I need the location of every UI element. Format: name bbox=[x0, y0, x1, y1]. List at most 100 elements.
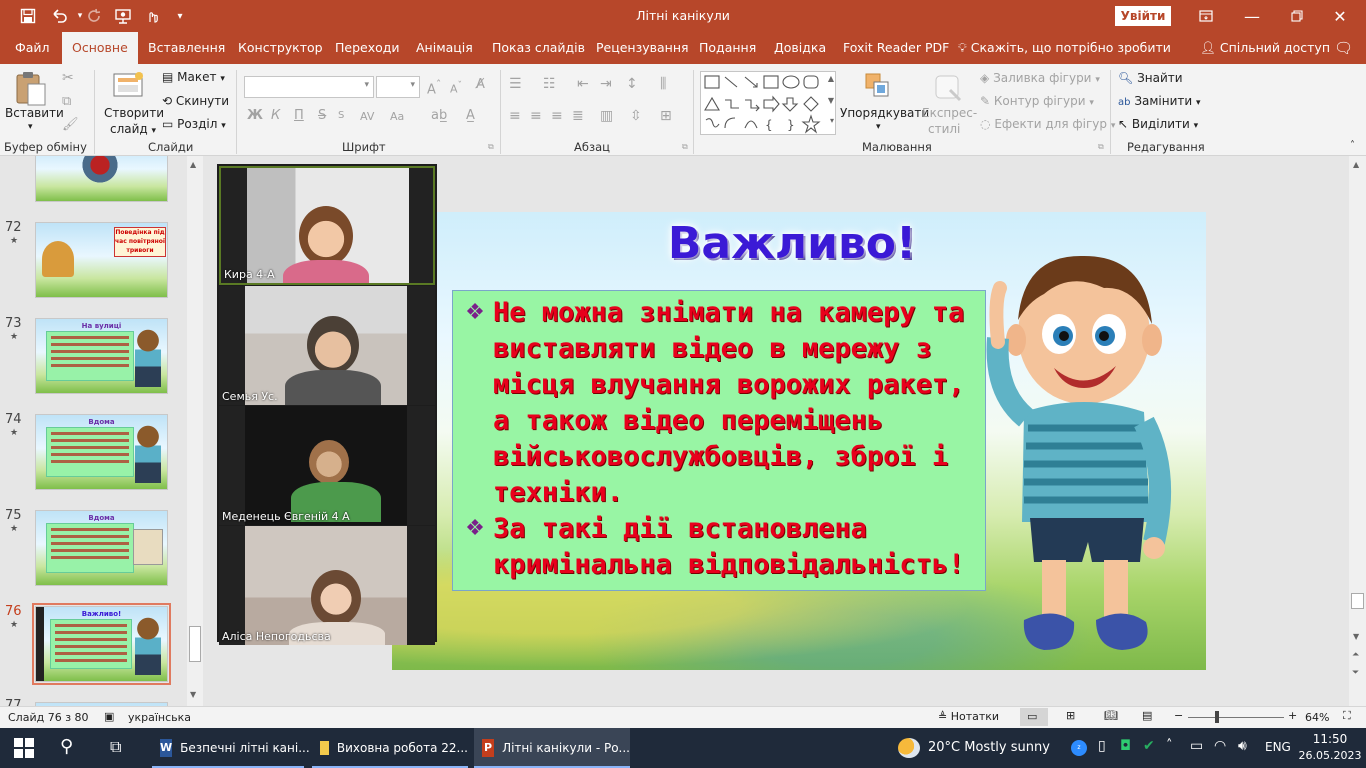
weather-text[interactable]: 20°C Mostly sunny bbox=[928, 740, 1050, 755]
scroll-down-icon[interactable]: ▼ bbox=[1353, 632, 1359, 641]
paste-icon[interactable] bbox=[14, 70, 54, 110]
change-case-button[interactable]: Aa bbox=[390, 110, 404, 123]
participant-video[interactable]: Меденець Євгеній 4 А bbox=[219, 406, 435, 525]
collapse-ribbon-icon[interactable]: ˄ bbox=[1350, 140, 1355, 151]
layout-button[interactable]: ▤ Макет ▾ bbox=[162, 70, 225, 84]
copy-icon[interactable]: ⧉ bbox=[62, 94, 71, 109]
clear-formatting-icon[interactable]: A̸ bbox=[476, 77, 485, 92]
language-indicator[interactable]: українська bbox=[128, 711, 191, 724]
input-language[interactable]: ENG bbox=[1265, 740, 1291, 754]
font-name-combo[interactable]: ▾ bbox=[244, 76, 374, 98]
slide-canvas[interactable]: Важливо! ❖ Не можна знімати на камеру та… bbox=[392, 212, 1206, 670]
tell-me-search[interactable]: 💡︎ Скажіть, що потрібно зробити bbox=[958, 32, 1171, 64]
align-text-icon[interactable]: ⇳ bbox=[630, 108, 642, 124]
char-spacing-button[interactable]: AV bbox=[360, 110, 374, 123]
windows-start-icon[interactable] bbox=[14, 738, 34, 761]
tab-file[interactable]: Файл bbox=[15, 32, 50, 64]
arrange-icon[interactable] bbox=[864, 72, 894, 102]
shape-fill-button[interactable]: ◈ Заливка фігури ▾ bbox=[980, 71, 1100, 85]
align-center-icon[interactable]: ≡ bbox=[530, 108, 542, 124]
highlight-icon[interactable]: ab̲ bbox=[431, 108, 447, 123]
text-shadow-button[interactable]: S bbox=[338, 110, 344, 121]
task-view-icon[interactable]: ⧉ bbox=[110, 737, 121, 757]
close-icon[interactable]: ✕ bbox=[1330, 6, 1350, 26]
spelling-icon[interactable]: ▣ bbox=[104, 710, 114, 723]
ribbon-display-options-icon[interactable] bbox=[1196, 6, 1216, 26]
thumbnail-slide-75[interactable]: Вдома bbox=[35, 510, 168, 586]
next-slide-icon[interactable]: ⏷ bbox=[1352, 668, 1359, 678]
taskbar-item-powerpoint[interactable]: P Літні канікули - Ро... bbox=[474, 728, 630, 768]
paragraph-dialog-launcher-icon[interactable]: ⧉ bbox=[682, 142, 688, 152]
reading-view-icon[interactable]: 📖︎ bbox=[1104, 709, 1118, 722]
search-icon[interactable]: ⚲ bbox=[60, 736, 73, 757]
justify-icon[interactable]: ≣ bbox=[572, 108, 584, 124]
shapes-scroll-down-icon[interactable]: ▼ bbox=[828, 96, 834, 105]
participant-video[interactable]: Аліса Непогодьєва bbox=[219, 526, 435, 645]
taskbar-item-word[interactable]: W Безпечні літні кані... bbox=[152, 728, 310, 768]
slideshow-view-icon[interactable]: ▤ bbox=[1142, 709, 1152, 722]
smartart-icon[interactable]: ⊞ bbox=[660, 108, 672, 124]
fit-to-window-icon[interactable]: ⛶ bbox=[1343, 709, 1351, 723]
paste-dropdown-icon[interactable]: ▾ bbox=[28, 122, 33, 132]
share-button[interactable]: 👤︎ Спільний доступ bbox=[1200, 32, 1330, 64]
align-left-icon[interactable]: ≡ bbox=[509, 108, 521, 124]
shape-effects-button[interactable]: ◌ Ефекти для фігур ▾ bbox=[980, 117, 1115, 131]
thumbnail-scrollbar[interactable]: ▲ ▼ bbox=[187, 156, 203, 706]
thumbnail-slide-73[interactable]: На вулиці bbox=[35, 318, 168, 394]
line-spacing-icon[interactable]: ↕ bbox=[626, 76, 638, 92]
minimize-icon[interactable]: — bbox=[1242, 6, 1262, 26]
strikethrough-button[interactable]: S bbox=[318, 108, 326, 123]
scroll-up-icon[interactable]: ▲ bbox=[1353, 160, 1359, 169]
taskbar-item-explorer[interactable]: Виховна робота 22... bbox=[312, 728, 468, 768]
wifi-icon[interactable]: ◠ bbox=[1214, 738, 1226, 754]
cut-icon[interactable]: ✂ bbox=[62, 70, 74, 86]
slide-sorter-icon[interactable]: ⊞ bbox=[1066, 709, 1075, 722]
arrange-dropdown-icon[interactable]: ▾ bbox=[876, 122, 881, 132]
bold-button[interactable]: Ж bbox=[247, 108, 263, 123]
shapes-scroll-up-icon[interactable]: ▲ bbox=[828, 74, 834, 83]
zoom-slider[interactable] bbox=[1188, 717, 1284, 718]
tab-review[interactable]: Рецензування bbox=[596, 32, 689, 64]
security-tray-icon[interactable]: ✔ bbox=[1143, 738, 1155, 754]
bullets-icon[interactable]: ☰ bbox=[509, 76, 522, 92]
app-tray-icon[interactable]: ◘ bbox=[1120, 738, 1131, 754]
quick-styles-icon[interactable] bbox=[932, 72, 964, 102]
text-direction-icon[interactable]: ⫼ bbox=[660, 76, 666, 92]
new-slide-icon[interactable] bbox=[112, 70, 148, 102]
select-button[interactable]: ↖ Виділити ▾ bbox=[1118, 117, 1198, 131]
shapes-gallery[interactable]: {} ▲ ▼ ▾ bbox=[700, 71, 836, 135]
section-button[interactable]: ▭ Розділ ▾ bbox=[162, 117, 226, 131]
zoom-in-icon[interactable]: + bbox=[1288, 709, 1297, 722]
drawing-dialog-launcher-icon[interactable]: ⧉ bbox=[1098, 142, 1104, 152]
volume-icon[interactable]: 🔊︎ bbox=[1238, 738, 1247, 754]
find-button[interactable]: 🔍︎ Знайти bbox=[1118, 71, 1183, 85]
participant-video[interactable]: Семья Ус. bbox=[219, 286, 435, 405]
tab-slideshow[interactable]: Показ слайдів bbox=[492, 32, 585, 64]
columns-icon[interactable]: ▥ bbox=[600, 108, 613, 124]
reset-button[interactable]: ⟲ Скинути bbox=[162, 94, 229, 108]
participant-video[interactable]: Кира 4-А bbox=[219, 166, 435, 285]
shape-outline-button[interactable]: ✎ Контур фігури ▾ bbox=[980, 94, 1094, 108]
font-color-icon[interactable]: A̲ bbox=[466, 108, 475, 123]
thumbnail-slide-76[interactable]: Важливо! bbox=[35, 606, 168, 682]
slide-title[interactable]: Важливо! bbox=[662, 218, 922, 269]
restore-icon[interactable] bbox=[1287, 6, 1307, 26]
format-painter-icon[interactable]: 🖌︎ bbox=[62, 117, 79, 132]
slide-textbox[interactable]: ❖ Не можна знімати на камеру та виставля… bbox=[452, 290, 986, 591]
slide-scrollbar[interactable]: ▲ ▼ ⏶ ⏷ bbox=[1349, 156, 1366, 706]
tab-transitions[interactable]: Переходи bbox=[335, 32, 400, 64]
scroll-thumb[interactable] bbox=[189, 626, 201, 662]
zoom-tray-icon[interactable]: z bbox=[1071, 740, 1087, 756]
new-slide-label[interactable]: Створити bbox=[104, 106, 164, 120]
previous-slide-icon[interactable]: ⏶ bbox=[1352, 650, 1359, 660]
show-hidden-icons-icon[interactable]: ˄ bbox=[1166, 738, 1173, 753]
signin-button[interactable]: Увійти bbox=[1115, 6, 1171, 26]
weather-icon[interactable] bbox=[898, 738, 920, 758]
comments-icon[interactable]: 🗨︎ bbox=[1334, 32, 1353, 64]
paste-button[interactable]: Вставити bbox=[5, 106, 64, 120]
tab-home[interactable]: Основне bbox=[62, 32, 138, 64]
increase-font-icon[interactable]: Aˆ bbox=[427, 78, 441, 97]
tab-foxit[interactable]: Foxit Reader PDF bbox=[843, 32, 949, 64]
font-dialog-launcher-icon[interactable]: ⧉ bbox=[488, 142, 494, 152]
new-slide-label-2[interactable]: слайд ▾ bbox=[110, 122, 156, 136]
